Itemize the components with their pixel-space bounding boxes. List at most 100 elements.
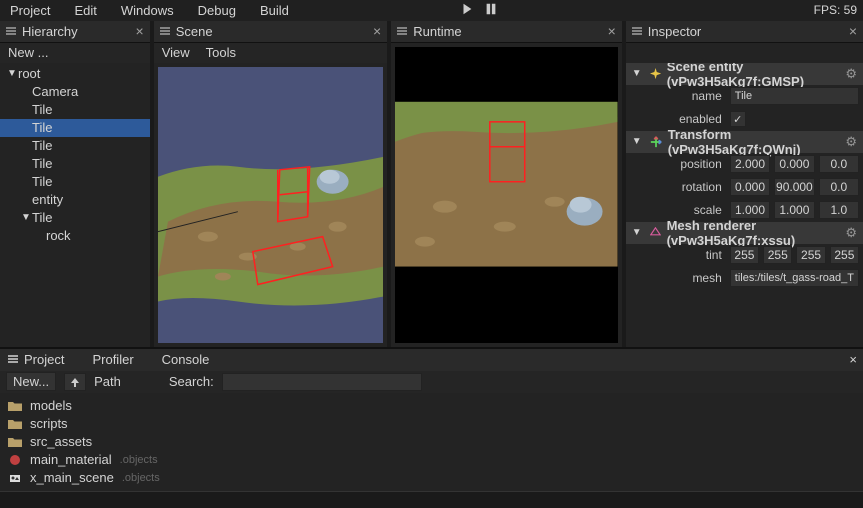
component-header-label: Transform (vPw3H5aKg7f:QWnj) [668, 127, 840, 157]
tree-item-label: Tile [32, 120, 52, 135]
file-item-src_assets[interactable]: src_assets [0, 433, 863, 451]
mesh-field[interactable]: tiles:/tiles/t_gass-road_T [730, 269, 859, 287]
tab-project[interactable]: Project [24, 352, 64, 367]
statusbar [0, 491, 863, 508]
tree-item-tile[interactable]: Tile [0, 101, 150, 119]
tint-a[interactable]: 255 [830, 246, 859, 264]
prop-label-position: position [626, 157, 730, 171]
tint-r[interactable]: 255 [730, 246, 759, 264]
component-header-label: Scene entity (vPw3H5aKg7f:GMSP) [667, 63, 840, 89]
scene-icon [8, 471, 22, 485]
menu-edit[interactable]: Edit [70, 1, 100, 20]
project-new-button[interactable]: New... [6, 372, 56, 391]
close-icon[interactable]: × [608, 23, 616, 39]
tree-item-camera[interactable]: Camera [0, 83, 150, 101]
scene-panel: Scene × View Tools [154, 21, 388, 347]
component-transform[interactable]: ▼ Transform (vPw3H5aKg7f:QWnj) ⚙ [626, 131, 863, 153]
chevron-down-icon[interactable]: ▼ [632, 227, 642, 238]
inspector-panel: Inspector × ▼ Scene entity (vPw3H5aKg7f:… [626, 21, 863, 347]
chevron-down-icon[interactable]: ▼ [632, 68, 642, 79]
rotation-y[interactable]: 90.000 [774, 178, 814, 196]
tint-g[interactable]: 255 [763, 246, 792, 264]
project-panel: Project Profiler Console × New... Path S… [0, 347, 863, 491]
file-name-label: models [30, 398, 72, 413]
close-icon[interactable]: × [136, 23, 144, 39]
scene-view-menu[interactable]: View [162, 45, 190, 60]
file-name-label: scripts [30, 416, 68, 431]
play-button[interactable] [460, 2, 474, 19]
prop-label-mesh: mesh [626, 271, 730, 285]
tree-item-entity[interactable]: entity [0, 191, 150, 209]
runtime-title: Runtime [413, 24, 461, 39]
tree-item-label: entity [32, 192, 63, 207]
tree-item-label: Tile [32, 210, 52, 225]
drag-handle-icon[interactable] [632, 24, 642, 39]
scale-y[interactable]: 1.000 [774, 201, 814, 219]
tree-item-tile[interactable]: Tile [0, 137, 150, 155]
file-item-x_main_scene[interactable]: x_main_scene.objects [0, 469, 863, 487]
scale-z[interactable]: 1.0 [819, 201, 859, 219]
tree-item-tile[interactable]: Tile [0, 119, 150, 137]
position-x[interactable]: 2.000 [730, 155, 770, 173]
gear-icon[interactable]: ⚙ [845, 225, 857, 241]
close-icon[interactable]: × [849, 352, 857, 367]
file-item-models[interactable]: models [0, 397, 863, 415]
file-name-label: x_main_scene [30, 470, 114, 485]
component-scene-entity[interactable]: ▼ Scene entity (vPw3H5aKg7f:GMSP) ⚙ [626, 63, 863, 85]
tree-item-tile[interactable]: ▼Tile [0, 209, 150, 227]
tree-item-rock[interactable]: rock [0, 227, 150, 245]
sparkle-icon [650, 67, 661, 81]
enabled-checkbox[interactable]: ✓ [730, 111, 746, 127]
hierarchy-tree: ▼rootCameraTileTileTileTileTileentity▼Ti… [0, 63, 150, 347]
chevron-down-icon[interactable]: ▼ [20, 212, 32, 223]
tree-item-tile[interactable]: Tile [0, 155, 150, 173]
scale-x[interactable]: 1.000 [730, 201, 770, 219]
menu-build[interactable]: Build [256, 1, 293, 20]
menu-project[interactable]: Project [6, 1, 54, 20]
file-name-label: src_assets [30, 434, 92, 449]
drag-handle-icon[interactable] [397, 24, 407, 39]
runtime-viewport[interactable] [395, 47, 618, 343]
menu-windows[interactable]: Windows [117, 1, 178, 20]
scene-viewport[interactable] [158, 67, 384, 343]
hierarchy-title: Hierarchy [22, 24, 78, 39]
drag-handle-icon[interactable] [6, 24, 16, 39]
gear-icon[interactable]: ⚙ [845, 66, 857, 82]
tint-b[interactable]: 255 [796, 246, 825, 264]
scene-title: Scene [176, 24, 213, 39]
path-label: Path [94, 374, 121, 389]
chevron-down-icon[interactable]: ▼ [632, 136, 642, 147]
drag-handle-icon[interactable] [160, 24, 170, 39]
menu-debug[interactable]: Debug [194, 1, 240, 20]
pause-button[interactable] [484, 2, 498, 19]
rotation-x[interactable]: 0.000 [730, 178, 770, 196]
tree-item-label: Tile [32, 138, 52, 153]
tab-console[interactable]: Console [162, 352, 210, 367]
tree-item-label: rock [46, 228, 71, 243]
position-z[interactable]: 0.0 [819, 155, 859, 173]
tab-profiler[interactable]: Profiler [92, 352, 133, 367]
file-item-main_material[interactable]: main_material.objects [0, 451, 863, 469]
gear-icon[interactable]: ⚙ [845, 134, 857, 150]
tree-item-root[interactable]: ▼root [0, 65, 150, 83]
component-mesh-renderer[interactable]: ▼ Mesh renderer (vPw3H5aKg7f:xssu) ⚙ [626, 222, 863, 244]
fps-counter: FPS: 59 [814, 3, 857, 17]
file-item-scripts[interactable]: scripts [0, 415, 863, 433]
folder-up-button[interactable] [64, 373, 86, 391]
name-field[interactable]: Tile [730, 87, 859, 105]
close-icon[interactable]: × [849, 23, 857, 39]
scene-tools-menu[interactable]: Tools [206, 45, 236, 60]
inspector-title: Inspector [648, 24, 701, 39]
close-icon[interactable]: × [373, 23, 381, 39]
drag-handle-icon[interactable] [8, 352, 18, 367]
rotation-z[interactable]: 0.0 [819, 178, 859, 196]
tree-item-label: root [18, 66, 40, 81]
prop-label-rotation: rotation [626, 180, 730, 194]
position-y[interactable]: 0.000 [774, 155, 814, 173]
hierarchy-panel: Hierarchy × New ... ▼rootCameraTileTileT… [0, 21, 150, 347]
hierarchy-new-button[interactable]: New ... [8, 45, 48, 60]
chevron-down-icon[interactable]: ▼ [6, 68, 18, 79]
search-input[interactable] [222, 373, 422, 391]
tree-item-tile[interactable]: Tile [0, 173, 150, 191]
folder-icon [8, 417, 22, 431]
